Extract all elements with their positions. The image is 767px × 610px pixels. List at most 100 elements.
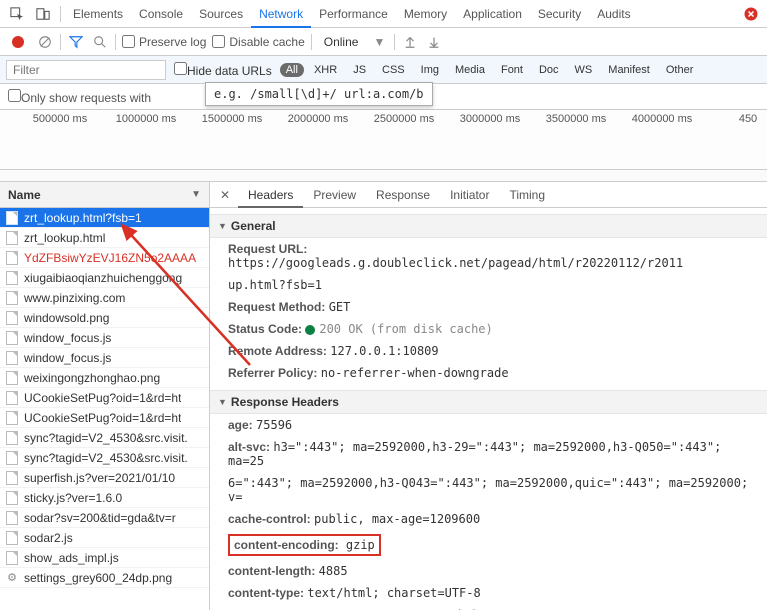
tab-elements[interactable]: Elements bbox=[65, 0, 131, 28]
separator bbox=[394, 34, 395, 50]
tab-console[interactable]: Console bbox=[131, 0, 191, 28]
request-name: UCookieSetPug?oid=1&rd=ht bbox=[24, 411, 181, 425]
timeline-tick: 500000 ms bbox=[33, 113, 87, 125]
request-row[interactable]: weixingongzhonghao.png bbox=[0, 368, 209, 388]
details-tab-preview[interactable]: Preview bbox=[303, 182, 366, 208]
filter-chip-css[interactable]: CSS bbox=[376, 63, 411, 77]
request-row[interactable]: sticky.js?ver=1.6.0 bbox=[0, 488, 209, 508]
upload-icon[interactable] bbox=[401, 35, 419, 49]
timeline-tick: 2000000 ms bbox=[288, 113, 349, 125]
response-header-row: alt-svc: h3=":443"; ma=2592000,h3-29=":4… bbox=[210, 436, 767, 472]
filter-input[interactable] bbox=[6, 60, 166, 80]
separator bbox=[311, 34, 312, 50]
details-tab-headers[interactable]: Headers bbox=[238, 182, 303, 208]
type-filters: All XHR JS CSS Img Media Font Doc WSManifest Othe… bbox=[280, 63, 700, 77]
file-icon bbox=[6, 391, 18, 405]
chevron-down-icon: ▼ bbox=[191, 189, 201, 200]
separator bbox=[60, 6, 61, 22]
request-row[interactable]: sodar?sv=200&tid=gda&tv=r bbox=[0, 508, 209, 528]
request-row[interactable]: window_focus.js bbox=[0, 348, 209, 368]
request-row[interactable]: window_focus.js bbox=[0, 328, 209, 348]
request-row[interactable]: YdZFBsiwYzEVJ16ZN5o2AAAA bbox=[0, 248, 209, 268]
request-row[interactable]: zrt_lookup.html bbox=[0, 228, 209, 248]
filter-chip-manifest[interactable]: Manifest bbox=[602, 63, 656, 77]
filter-chip-all[interactable]: All bbox=[280, 63, 304, 77]
file-icon bbox=[6, 331, 18, 345]
response-headers-section-header[interactable]: ▼Response Headers bbox=[210, 390, 767, 414]
filter-chip-js[interactable]: JS bbox=[347, 63, 372, 77]
network-toolbar: Preserve log Disable cache Online ▼ bbox=[0, 28, 767, 56]
request-row[interactable]: zrt_lookup.html?fsb=1 bbox=[0, 208, 209, 228]
filter-chip-img[interactable]: Img bbox=[415, 63, 445, 77]
throttle-dropdown-icon[interactable]: ▼ bbox=[370, 35, 388, 49]
request-row[interactable]: show_ads_impl.js bbox=[0, 548, 209, 568]
throttle-select[interactable]: Online bbox=[318, 33, 365, 51]
file-icon bbox=[6, 411, 18, 425]
details-tabs: ✕ HeadersPreviewResponseInitiatorTiming bbox=[210, 182, 767, 208]
request-name: YdZFBsiwYzEVJ16ZN5o2AAAA bbox=[24, 251, 196, 265]
tab-performance[interactable]: Performance bbox=[311, 0, 396, 28]
timeline-tick: 2500000 ms bbox=[374, 113, 435, 125]
request-row[interactable]: superfish.js?ver=2021/01/10 bbox=[0, 468, 209, 488]
close-devtools-icon[interactable] bbox=[739, 2, 763, 26]
tab-memory[interactable]: Memory bbox=[396, 0, 455, 28]
tab-sources[interactable]: Sources bbox=[191, 0, 251, 28]
request-row[interactable]: sync?tagid=V2_4530&src.visit. bbox=[0, 448, 209, 468]
timeline-overview[interactable]: 500000 ms1000000 ms1500000 ms2000000 ms2… bbox=[0, 110, 767, 170]
separator bbox=[115, 34, 116, 50]
request-row[interactable]: UCookieSetPug?oid=1&rd=ht bbox=[0, 388, 209, 408]
response-header-row: cache-control: public, max-age=1209600 bbox=[210, 508, 767, 530]
timeline-tick: 4000000 ms bbox=[632, 113, 693, 125]
filter-chip-xhr[interactable]: XHR bbox=[308, 63, 343, 77]
clear-icon[interactable] bbox=[36, 35, 54, 49]
tab-audits[interactable]: Audits bbox=[589, 0, 638, 28]
filter-bar: Hide data URLs All XHR JS CSS Img Media Font Do… bbox=[0, 56, 767, 84]
request-row[interactable]: UCookieSetPug?oid=1&rd=ht bbox=[0, 408, 209, 428]
search-icon[interactable] bbox=[91, 35, 109, 49]
filter-chip-doc[interactable]: Doc bbox=[533, 63, 565, 77]
response-header-row: content-type: text/html; charset=UTF-8 bbox=[210, 582, 767, 604]
inspect-icon[interactable] bbox=[4, 1, 30, 27]
details-tab-timing[interactable]: Timing bbox=[499, 182, 555, 208]
device-toggle-icon[interactable] bbox=[30, 1, 56, 27]
hide-data-urls-checkbox[interactable]: Hide data URLs bbox=[174, 62, 272, 78]
only-blocked-checkbox[interactable]: Only show requests with bbox=[8, 89, 151, 105]
request-name: sodar?sv=200&tid=gda&tv=r bbox=[24, 511, 176, 525]
request-row[interactable]: sodar2.js bbox=[0, 528, 209, 548]
request-row[interactable]: windowsold.png bbox=[0, 308, 209, 328]
tab-network[interactable]: Network bbox=[251, 0, 311, 28]
general-section-header[interactable]: ▼General bbox=[210, 214, 767, 238]
request-name: sodar2.js bbox=[24, 531, 73, 545]
file-icon bbox=[6, 491, 18, 505]
download-icon[interactable] bbox=[425, 35, 443, 49]
filter-chip-other[interactable]: Other bbox=[660, 63, 700, 77]
filter-chip-font[interactable]: Font bbox=[495, 63, 529, 77]
request-row[interactable]: xiugaibiaoqianzhuichenggong bbox=[0, 268, 209, 288]
request-name: window_focus.js bbox=[24, 331, 111, 345]
disable-cache-checkbox[interactable]: Disable cache bbox=[212, 35, 304, 49]
file-icon bbox=[6, 531, 18, 545]
tab-security[interactable]: Security bbox=[530, 0, 589, 28]
details-panel: ✕ HeadersPreviewResponseInitiatorTiming … bbox=[210, 182, 767, 610]
details-tab-initiator[interactable]: Initiator bbox=[440, 182, 499, 208]
close-details-icon[interactable]: ✕ bbox=[214, 188, 236, 202]
details-tab-response[interactable]: Response bbox=[366, 182, 440, 208]
tab-application[interactable]: Application bbox=[455, 0, 530, 28]
request-url-row: Request URL: https://googleads.g.doublec… bbox=[210, 238, 767, 274]
request-name: zrt_lookup.html?fsb=1 bbox=[24, 211, 142, 225]
record-button[interactable] bbox=[12, 36, 24, 48]
request-row[interactable]: www.pinzixing.com bbox=[0, 288, 209, 308]
response-header-row: age: 75596 bbox=[210, 414, 767, 436]
request-row[interactable]: sync?tagid=V2_4530&src.visit. bbox=[0, 428, 209, 448]
filter-chip-media[interactable]: Media bbox=[449, 63, 491, 77]
filter-icon[interactable] bbox=[67, 35, 85, 49]
filter-chip-ws[interactable]: WS bbox=[569, 63, 599, 77]
preserve-log-checkbox[interactable]: Preserve log bbox=[122, 35, 206, 49]
name-column-header[interactable]: Name▼ bbox=[0, 182, 209, 208]
devtools-tab-strip: ElementsConsoleSourcesNetworkPerformance… bbox=[0, 0, 767, 28]
request-row[interactable]: ⚙settings_grey600_24dp.png bbox=[0, 568, 209, 588]
request-name: show_ads_impl.js bbox=[24, 551, 119, 565]
file-icon bbox=[6, 291, 18, 305]
request-name: sticky.js?ver=1.6.0 bbox=[24, 491, 122, 505]
request-list: zrt_lookup.html?fsb=1 zrt_lookup.html YdZF… bbox=[0, 208, 209, 610]
